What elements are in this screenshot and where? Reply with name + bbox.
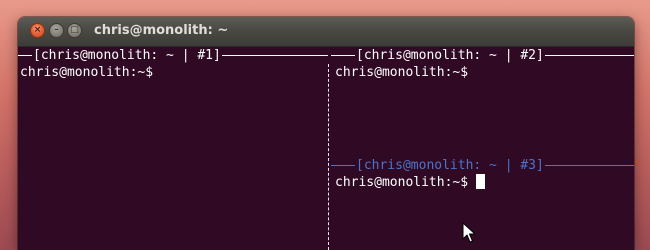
pane-label-3: [chris@monolith: ~ | #3] <box>355 158 545 173</box>
maximize-icon: □ <box>70 25 79 35</box>
title-bar[interactable]: × – □ chris@monolith: ~ <box>18 17 634 47</box>
pane-border-3: [chris@monolith: ~ | #3] <box>331 157 634 174</box>
terminal-pane-1[interactable]: [chris@monolith: ~ | #1] chris@monolith:… <box>18 47 328 250</box>
terminal-window: × – □ chris@monolith: ~ [chris@monolith:… <box>18 17 634 250</box>
pane-border-1: [chris@monolith: ~ | #1] <box>18 47 328 64</box>
terminal-area[interactable]: [chris@monolith: ~ | #1] chris@monolith:… <box>18 47 634 250</box>
shell-prompt-1: chris@monolith:~$ <box>20 65 154 80</box>
pane-label-2: [chris@monolith: ~ | #2] <box>355 48 545 63</box>
minimize-button[interactable]: – <box>49 23 64 38</box>
shell-prompt-3: chris@monolith:~$ <box>331 174 634 191</box>
pane-border-2: [chris@monolith: ~ | #2] <box>331 47 634 64</box>
terminal-pane-2[interactable]: [chris@monolith: ~ | #2] chris@monolith:… <box>331 47 634 157</box>
terminal-pane-3[interactable]: [chris@monolith: ~ | #3] chris@monolith:… <box>331 157 634 250</box>
shell-prompt-2: chris@monolith:~$ <box>335 65 469 80</box>
mouse-pointer-icon <box>462 222 476 243</box>
maximize-button[interactable]: □ <box>67 23 82 38</box>
text-cursor <box>476 174 486 189</box>
pane-label-1: [chris@monolith: ~ | #1] <box>32 48 222 63</box>
minimize-icon: – <box>54 25 59 35</box>
window-title: chris@monolith: ~ <box>94 23 229 38</box>
close-button[interactable]: × <box>30 23 45 38</box>
close-icon: × <box>33 25 42 35</box>
